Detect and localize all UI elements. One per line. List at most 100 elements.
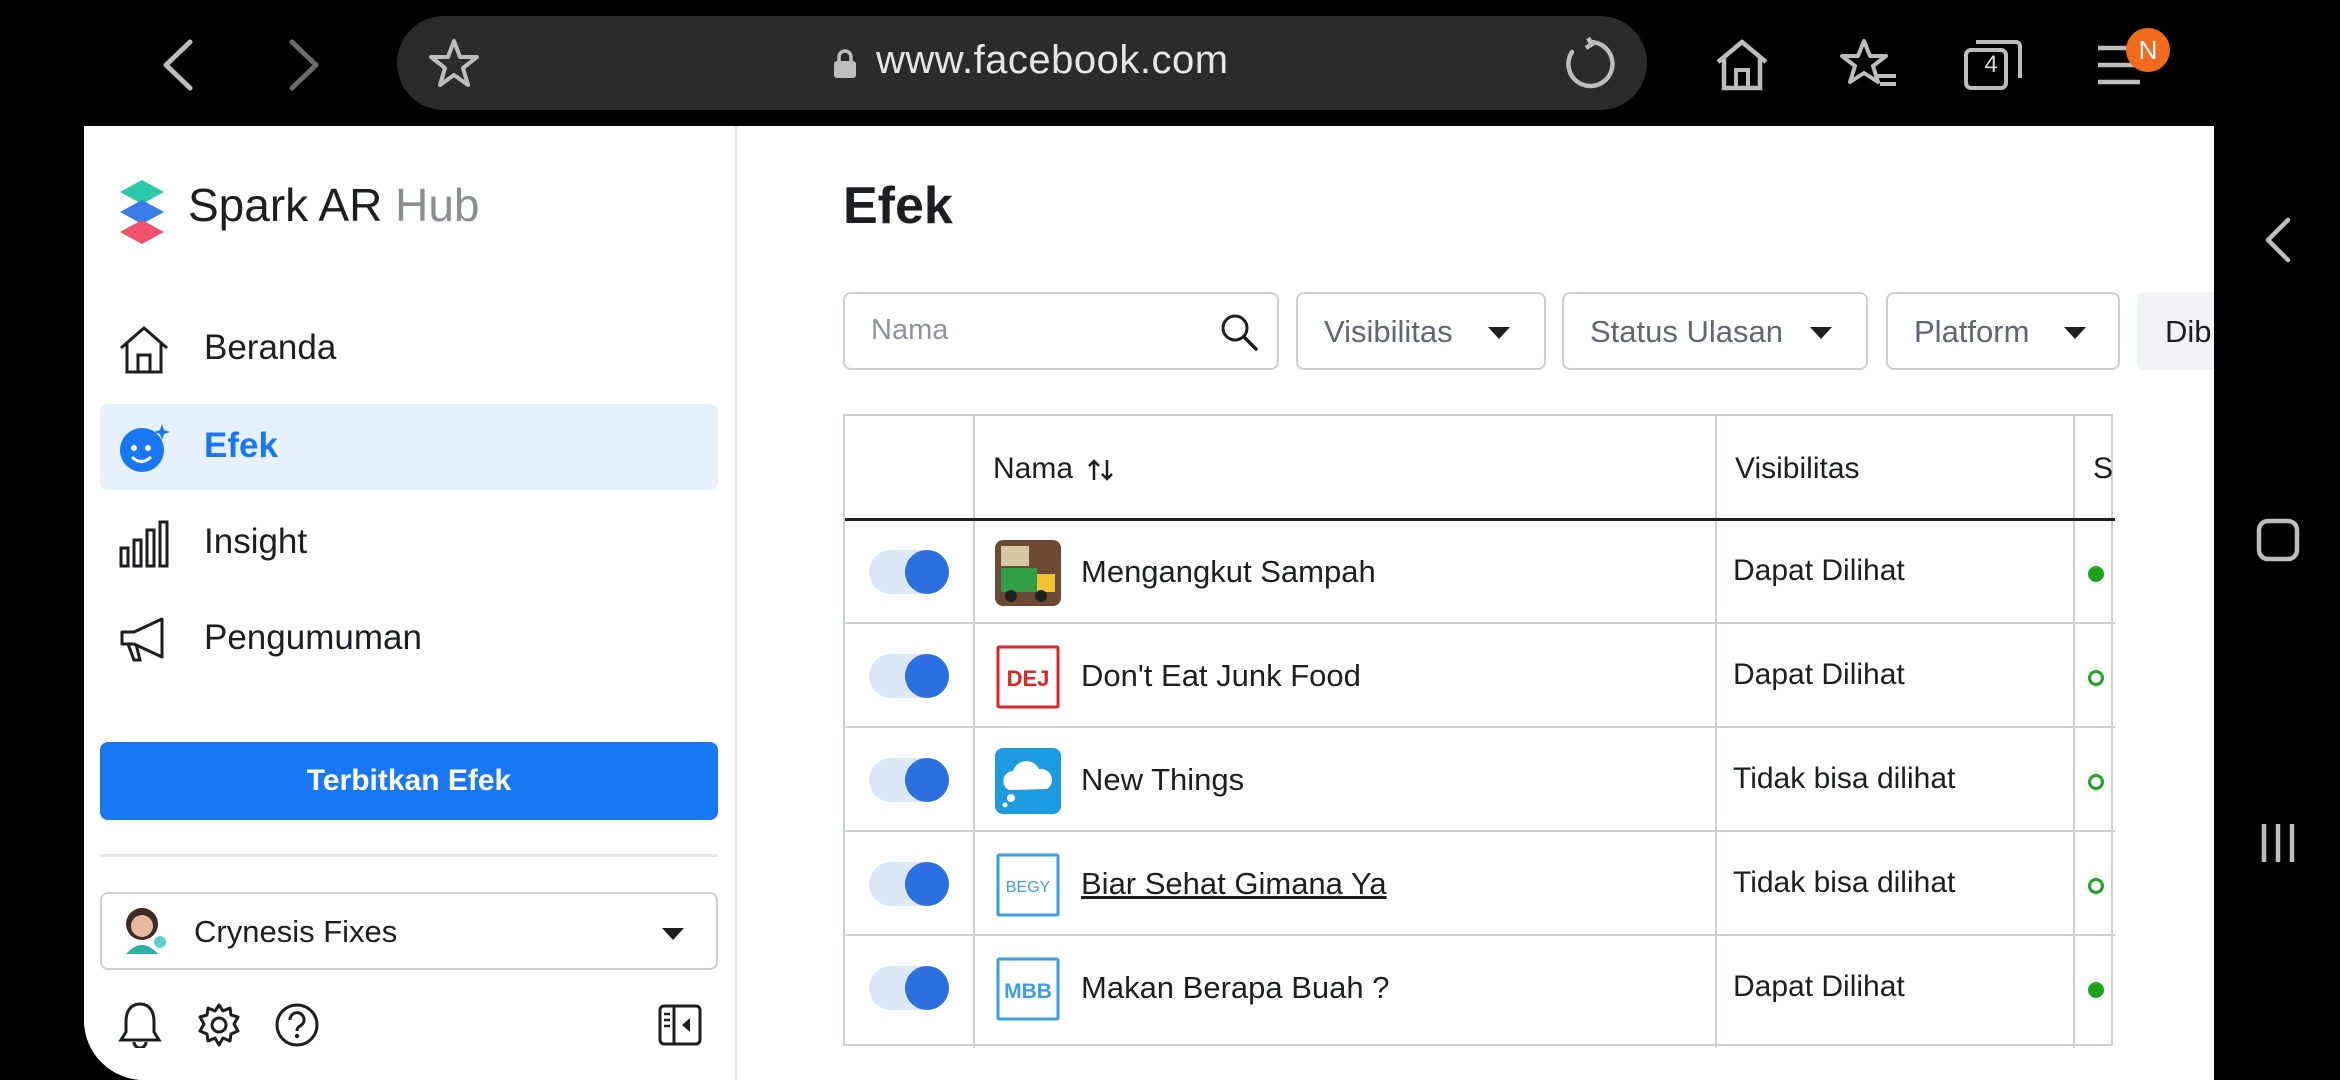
- sidebar-item-label: Pengumuman: [204, 618, 422, 657]
- search-input[interactable]: Nama: [871, 314, 948, 347]
- chevron-down-icon: [2064, 327, 2086, 339]
- brand-title[interactable]: Spark AR Hub: [188, 178, 479, 232]
- megaphone-icon: [120, 617, 164, 662]
- effect-toggle[interactable]: [869, 654, 949, 698]
- dej-thumbnail: DEJ: [996, 645, 1060, 709]
- effect-toggle[interactable]: [869, 966, 949, 1010]
- mbb-thumbnail: MBB: [996, 957, 1060, 1021]
- column-header-label: Nama: [993, 452, 1074, 485]
- filter-label: Platform: [1914, 314, 2030, 349]
- forward-icon[interactable]: [286, 38, 322, 92]
- web-content: Spark AR Hub Beranda Efek Insight Pengum…: [84, 126, 2214, 1080]
- lock-icon: [834, 49, 856, 78]
- effect-toggle[interactable]: [869, 758, 949, 802]
- effect-visibility: Tidak bisa dilihat: [1733, 866, 1956, 899]
- column-header-label: S: [2093, 452, 2114, 485]
- effect-name[interactable]: New Things: [1081, 762, 1244, 798]
- chevron-down-icon: [662, 928, 684, 940]
- brand-name: Spark AR: [188, 179, 396, 231]
- main-content: Efek Nama Visibilitas Status Ulasan Plat…: [739, 126, 2214, 1080]
- account-name: Crynesis Fixes: [194, 914, 398, 949]
- sidebar-item-label: Beranda: [204, 328, 337, 367]
- bookmark-star-icon[interactable]: [428, 38, 480, 88]
- svg-text:MBB: MBB: [1004, 980, 1052, 1003]
- begy-thumbnail: BEGY: [996, 853, 1060, 917]
- effect-visibility: Dapat Dilihat: [1733, 658, 1905, 691]
- browser-toolbar: www.facebook.com 4 N: [0, 0, 2340, 126]
- table-row[interactable]: Mengangkut Sampah Dapat Dilihat: [845, 520, 2115, 624]
- notifications-bell-icon[interactable]: [118, 1000, 162, 1048]
- visibility-filter-dropdown[interactable]: Visibilitas: [1296, 292, 1546, 370]
- effect-toggle[interactable]: [869, 550, 949, 594]
- effect-visibility: Tidak bisa dilihat: [1733, 762, 1956, 795]
- search-field[interactable]: Nama: [843, 292, 1279, 370]
- chevron-down-icon: [1488, 327, 1510, 339]
- avatar: [126, 908, 166, 954]
- column-header-label: Visibilitas: [1735, 452, 1860, 485]
- sidebar-item-label: Efek: [204, 426, 278, 465]
- more-filter-dropdown[interactable]: Dib: [2137, 292, 2214, 370]
- status-indicator: [2088, 982, 2104, 998]
- home-browser-icon[interactable]: [1714, 36, 1770, 92]
- effect-visibility: Dapat Dilihat: [1733, 554, 1905, 587]
- effect-toggle[interactable]: [869, 862, 949, 906]
- platform-filter-dropdown[interactable]: Platform: [1886, 292, 2120, 370]
- sidebar-item-label: Insight: [204, 522, 308, 561]
- sidebar-item-pengumuman[interactable]: Pengumuman: [100, 596, 718, 682]
- column-header-status[interactable]: S: [2093, 416, 2113, 520]
- brand-hub: Hub: [395, 179, 480, 231]
- svg-text:DEJ: DEJ: [1007, 666, 1050, 691]
- filter-label: Status Ulasan: [1590, 314, 1783, 349]
- status-indicator: [2088, 566, 2104, 582]
- page-title: Efek: [843, 177, 953, 235]
- sidebar: Spark AR Hub Beranda Efek Insight Pengum…: [84, 126, 737, 1080]
- url-text: www.facebook.com: [876, 38, 1229, 82]
- status-indicator: [2088, 774, 2104, 790]
- nav-back-icon[interactable]: [2264, 216, 2292, 264]
- effects-table: Nama Visibilitas S Mengangkut Sampah Dap…: [843, 414, 2115, 1048]
- help-icon[interactable]: [274, 1002, 320, 1048]
- bookmarks-icon[interactable]: [1840, 38, 1900, 92]
- android-navigation-bar: [2214, 126, 2340, 1080]
- table-row[interactable]: New Things Tidak bisa dilihat: [845, 728, 2115, 832]
- column-header-visibility[interactable]: Visibilitas: [1735, 416, 2055, 520]
- sidebar-item-insight[interactable]: Insight: [100, 500, 718, 586]
- garbage-truck-thumbnail: [995, 540, 1061, 606]
- status-indicator: [2088, 878, 2104, 894]
- bar-chart-icon: [119, 520, 169, 568]
- reload-icon[interactable]: [1562, 36, 1618, 92]
- account-switcher[interactable]: Crynesis Fixes: [100, 892, 718, 970]
- sidebar-item-beranda[interactable]: Beranda: [100, 306, 718, 392]
- effects-icon: [120, 424, 170, 472]
- settings-gear-icon[interactable]: [196, 1002, 242, 1048]
- filter-label: Visibilitas: [1324, 314, 1453, 349]
- spark-ar-logo-icon: [120, 180, 164, 244]
- svg-text:BEGY: BEGY: [1006, 879, 1051, 896]
- table-row[interactable]: DEJ Don't Eat Junk Food Dapat Dilihat: [845, 624, 2115, 728]
- tab-count: 4: [1984, 51, 1998, 78]
- status-indicator: [2088, 670, 2104, 686]
- effect-name[interactable]: Biar Sehat Gimana Ya: [1081, 866, 1387, 902]
- table-row[interactable]: MBB Makan Berapa Buah ? Dapat Dilihat: [845, 936, 2115, 1040]
- sidebar-divider: [100, 854, 718, 857]
- effect-visibility: Dapat Dilihat: [1733, 970, 1905, 1003]
- collapse-sidebar-icon[interactable]: [658, 1004, 702, 1046]
- effect-name[interactable]: Mengangkut Sampah: [1081, 554, 1376, 590]
- cloud-thumbnail: [995, 748, 1061, 814]
- sort-icon[interactable]: [1087, 458, 1115, 482]
- column-header-name[interactable]: Nama: [993, 416, 1693, 520]
- sidebar-item-efek[interactable]: Efek: [100, 404, 718, 490]
- table-row[interactable]: BEGY Biar Sehat Gimana Ya Tidak bisa dil…: [845, 832, 2115, 936]
- menu-notification-badge: N: [2126, 28, 2170, 72]
- publish-effect-button[interactable]: Terbitkan Efek: [100, 742, 718, 820]
- nav-home-icon[interactable]: [2256, 518, 2300, 562]
- effect-name[interactable]: Don't Eat Junk Food: [1081, 658, 1361, 694]
- review-status-filter-dropdown[interactable]: Status Ulasan: [1562, 292, 1868, 370]
- search-icon: [1221, 314, 1258, 351]
- effect-name[interactable]: Makan Berapa Buah ?: [1081, 970, 1390, 1006]
- chevron-down-icon: [1810, 327, 1832, 339]
- home-icon: [120, 326, 168, 374]
- back-icon[interactable]: [160, 38, 196, 92]
- filter-label: Dib: [2165, 314, 2212, 349]
- nav-recents-icon[interactable]: [2258, 820, 2298, 866]
